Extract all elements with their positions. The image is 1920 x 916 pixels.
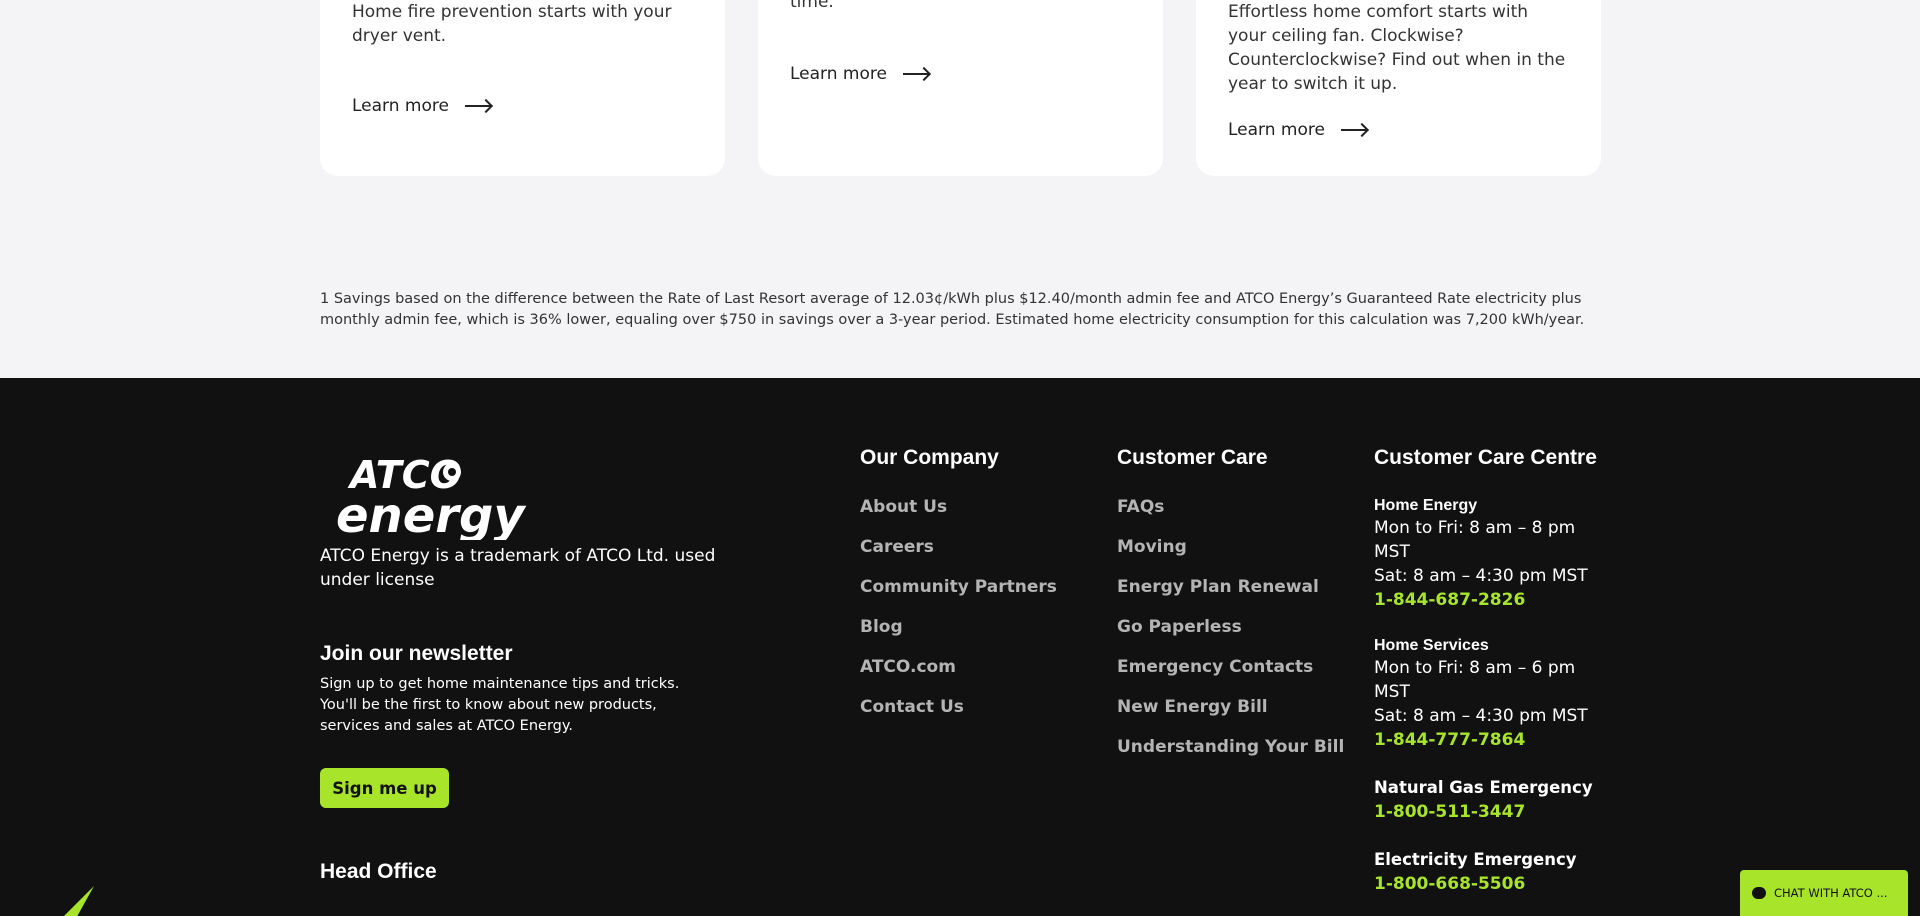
learn-more-label: Learn more: [1228, 120, 1325, 140]
home-services-weekday-hours: Mon to Fri: 8 am – 6 pm MST: [1374, 658, 1576, 702]
gas-emergency-phone-link[interactable]: 1-800-511-3447: [1374, 800, 1614, 824]
learn-more-label: Learn more: [790, 64, 887, 84]
home-services-contact: Home Services Mon to Fri: 8 am – 6 pm MS…: [1374, 636, 1614, 752]
footer-link-emergency-contacts[interactable]: Emergency Contacts: [1117, 656, 1344, 696]
footer-link-faqs[interactable]: FAQs: [1117, 496, 1344, 536]
home-energy-saturday-hours: Sat: 8 am – 4:30 pm MST: [1374, 566, 1588, 586]
electricity-emergency-contact: Electricity Emergency 1-800-668-5506: [1374, 848, 1614, 896]
home-energy-label: Home Energy: [1374, 497, 1478, 514]
article-card: time. Learn more: [758, 0, 1163, 176]
arrow-right-icon: [464, 105, 491, 107]
card-text: Home fire prevention starts with your dr…: [352, 2, 672, 46]
footer-link-contact-us[interactable]: Contact Us: [860, 696, 1057, 736]
footer-link-community-partners[interactable]: Community Partners: [860, 576, 1057, 616]
learn-more-link[interactable]: Learn more: [352, 96, 491, 116]
chat-label: CHAT WITH ATCO ...: [1774, 886, 1888, 900]
customer-care-title: Customer Care: [1117, 446, 1268, 469]
lightning-bolt-icon: [64, 886, 94, 916]
gas-emergency-label: Natural Gas Emergency: [1374, 778, 1593, 797]
arrow-right-icon: [1340, 129, 1367, 131]
our-company-links: About Us Careers Community Partners Blog…: [860, 496, 1057, 736]
head-office-title: Head Office: [320, 860, 437, 883]
chat-bubble-icon: [1752, 887, 1766, 899]
card-text: time.: [790, 0, 834, 12]
arrow-right-icon: [902, 73, 929, 75]
card-text: Effortless home comfort starts with your…: [1228, 2, 1566, 94]
trademark-notice: ATCO Energy is a trademark of ATCO Ltd. …: [320, 546, 716, 590]
electricity-emergency-label: Electricity Emergency: [1374, 850, 1577, 869]
learn-more-label: Learn more: [352, 96, 449, 116]
footer-link-careers[interactable]: Careers: [860, 536, 1057, 576]
savings-footnote: 1 Savings based on the difference betwee…: [320, 291, 1585, 328]
footer-link-moving[interactable]: Moving: [1117, 536, 1344, 576]
footer-link-about-us[interactable]: About Us: [860, 496, 1057, 536]
footer-link-atco-com[interactable]: ATCO.com: [860, 656, 1057, 696]
footer-link-understanding-your-bill[interactable]: Understanding Your Bill: [1117, 736, 1344, 776]
newsletter-title: Join our newsletter: [320, 642, 513, 665]
electricity-emergency-phone-link[interactable]: 1-800-668-5506: [1374, 872, 1614, 896]
article-card: Effortless home comfort starts with your…: [1196, 0, 1601, 176]
site-footer: ATCO energy ATCO Energy is a trademark o…: [0, 378, 1920, 916]
our-company-title: Our Company: [860, 446, 999, 469]
logo-word-bottom: energy: [336, 488, 526, 540]
home-energy-phone-link[interactable]: 1-844-687-2826: [1374, 588, 1614, 612]
footer-link-blog[interactable]: Blog: [860, 616, 1057, 656]
footer-link-go-paperless[interactable]: Go Paperless: [1117, 616, 1344, 656]
home-services-saturday-hours: Sat: 8 am – 4:30 pm MST: [1374, 706, 1588, 726]
sign-me-up-button[interactable]: Sign me up: [320, 768, 449, 808]
atco-energy-logo[interactable]: ATCO energy: [330, 450, 530, 540]
article-cards: Home fire prevention starts with your dr…: [320, 0, 1601, 176]
chat-button[interactable]: CHAT WITH ATCO ...: [1740, 870, 1908, 916]
gas-emergency-contact: Natural Gas Emergency 1-800-511-3447: [1374, 776, 1614, 824]
customer-care-centre-title: Customer Care Centre: [1374, 446, 1597, 469]
footer-link-energy-plan-renewal[interactable]: Energy Plan Renewal: [1117, 576, 1344, 616]
home-energy-contact: Home Energy Mon to Fri: 8 am – 8 pm MST …: [1374, 496, 1614, 612]
learn-more-link[interactable]: Learn more: [790, 64, 929, 84]
article-card: Home fire prevention starts with your dr…: [320, 0, 725, 176]
footer-link-new-energy-bill[interactable]: New Energy Bill: [1117, 696, 1344, 736]
home-services-label: Home Services: [1374, 637, 1489, 654]
customer-care-links: FAQs Moving Energy Plan Renewal Go Paper…: [1117, 496, 1344, 776]
newsletter-text: Sign up to get home maintenance tips and…: [320, 676, 680, 734]
home-energy-weekday-hours: Mon to Fri: 8 am – 8 pm MST: [1374, 518, 1576, 562]
learn-more-link[interactable]: Learn more: [1228, 120, 1367, 140]
customer-care-centre: Home Energy Mon to Fri: 8 am – 8 pm MST …: [1374, 496, 1614, 916]
home-services-phone-link[interactable]: 1-844-777-7864: [1374, 728, 1614, 752]
